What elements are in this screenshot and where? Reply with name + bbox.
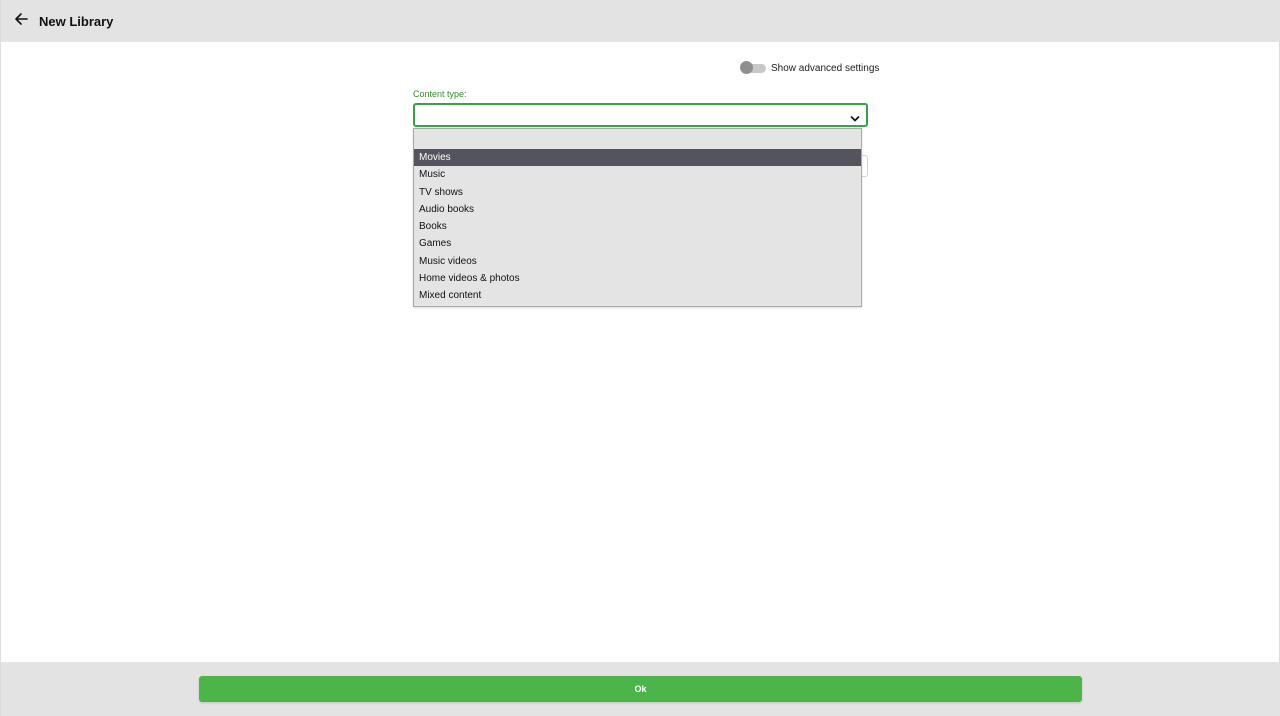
dropdown-options-list: Movies Music TV shows Audio books Books Games… [414,149,861,305]
advanced-settings-toggle[interactable] [740,61,767,75]
back-button[interactable] [10,10,32,32]
dropdown-option[interactable]: Audio books [414,201,861,218]
ok-button[interactable]: Ok [199,676,1082,702]
dropdown-option[interactable]: Home videos & photos [414,270,861,287]
new-library-page: New Library Show advanced settings Conte… [0,0,1280,716]
obscured-field-edge [861,155,868,177]
advanced-settings-label: Show advanced settings [771,62,880,74]
toggle-knob [740,61,753,74]
dropdown-option[interactable]: Movies [414,149,861,167]
arrow-left-icon [14,12,28,31]
footer-bar: Ok [1,662,1280,716]
dropdown-option[interactable]: Games [414,235,861,252]
header-bar: New Library [1,0,1280,42]
chevron-down-icon [850,111,860,122]
content-type-select[interactable] [413,103,868,127]
content-type-label: Content type: [413,89,467,99]
dropdown-option[interactable]: TV shows [414,184,861,201]
page-title: New Library [39,13,114,29]
dropdown-option[interactable]: Mixed content [414,287,861,304]
dropdown-option[interactable]: Music videos [414,253,861,270]
dropdown-option[interactable]: Music [414,166,861,183]
dropdown-option[interactable]: Books [414,218,861,235]
advanced-settings-row: Show advanced settings [740,61,879,75]
content-type-dropdown: Movies Music TV shows Audio books Books Games… [413,128,862,307]
